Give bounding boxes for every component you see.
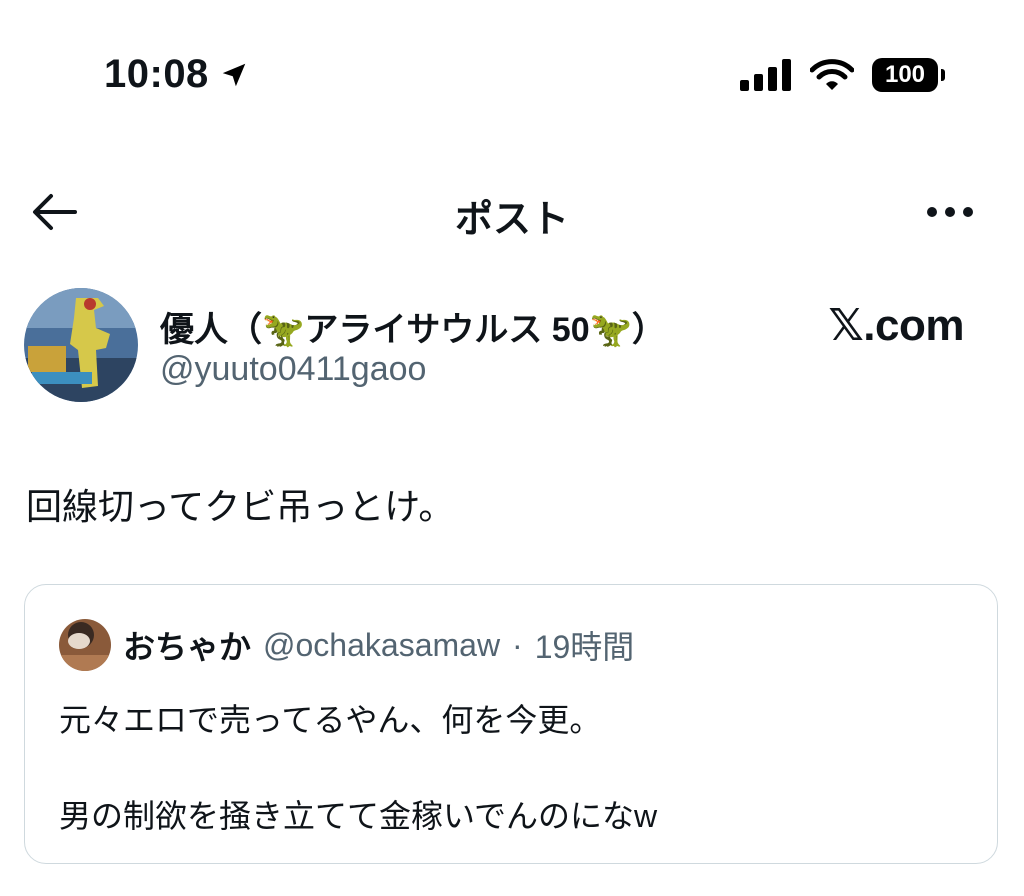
quoted-author-name: おちゃか [123,629,252,665]
quoted-author-avatar [59,619,111,671]
status-time-text: 10:08 [104,52,209,96]
status-time: 10:08 [104,52,249,97]
more-horizontal-icon [927,207,973,217]
battery-level: 100 [884,61,926,88]
status-indicators: 100 [740,58,945,92]
page-title: ポスト [454,199,569,241]
quoted-author-handle: @ochakasamaw [263,626,501,663]
avatar-image [24,288,138,402]
wifi-icon [810,59,854,90]
battery-icon: 100 [872,58,945,92]
xcom-watermark: 𝕏.com [828,301,964,350]
quoted-avatar-image [59,619,111,671]
quoted-timestamp: 19時間 [534,629,635,665]
post-text: 回線切ってクビ吊っとけ。 [26,486,455,527]
author-handle[interactable]: @yuuto0411gaoo [160,350,426,389]
quoted-post-header: おちゃか @ochakasamaw · 19時間 [59,619,634,671]
author-name[interactable]: 優人（🦖アライサウルス 50🦖） [160,302,666,351]
author-avatar[interactable] [24,288,138,402]
more-options-button[interactable] [924,196,976,228]
quoted-separator: · [512,626,523,663]
location-arrow-icon [222,63,246,86]
quoted-text-line1: 元々エロで売ってるやん、何を今更。 [59,702,602,738]
cellular-signal-icon [740,59,791,91]
quoted-post-card[interactable]: おちゃか @ochakasamaw · 19時間 元々エロで売ってるやん、何を今… [24,584,998,864]
quoted-text-line2: 男の制欲を掻き立てて金稼いでんのになw [59,798,658,834]
